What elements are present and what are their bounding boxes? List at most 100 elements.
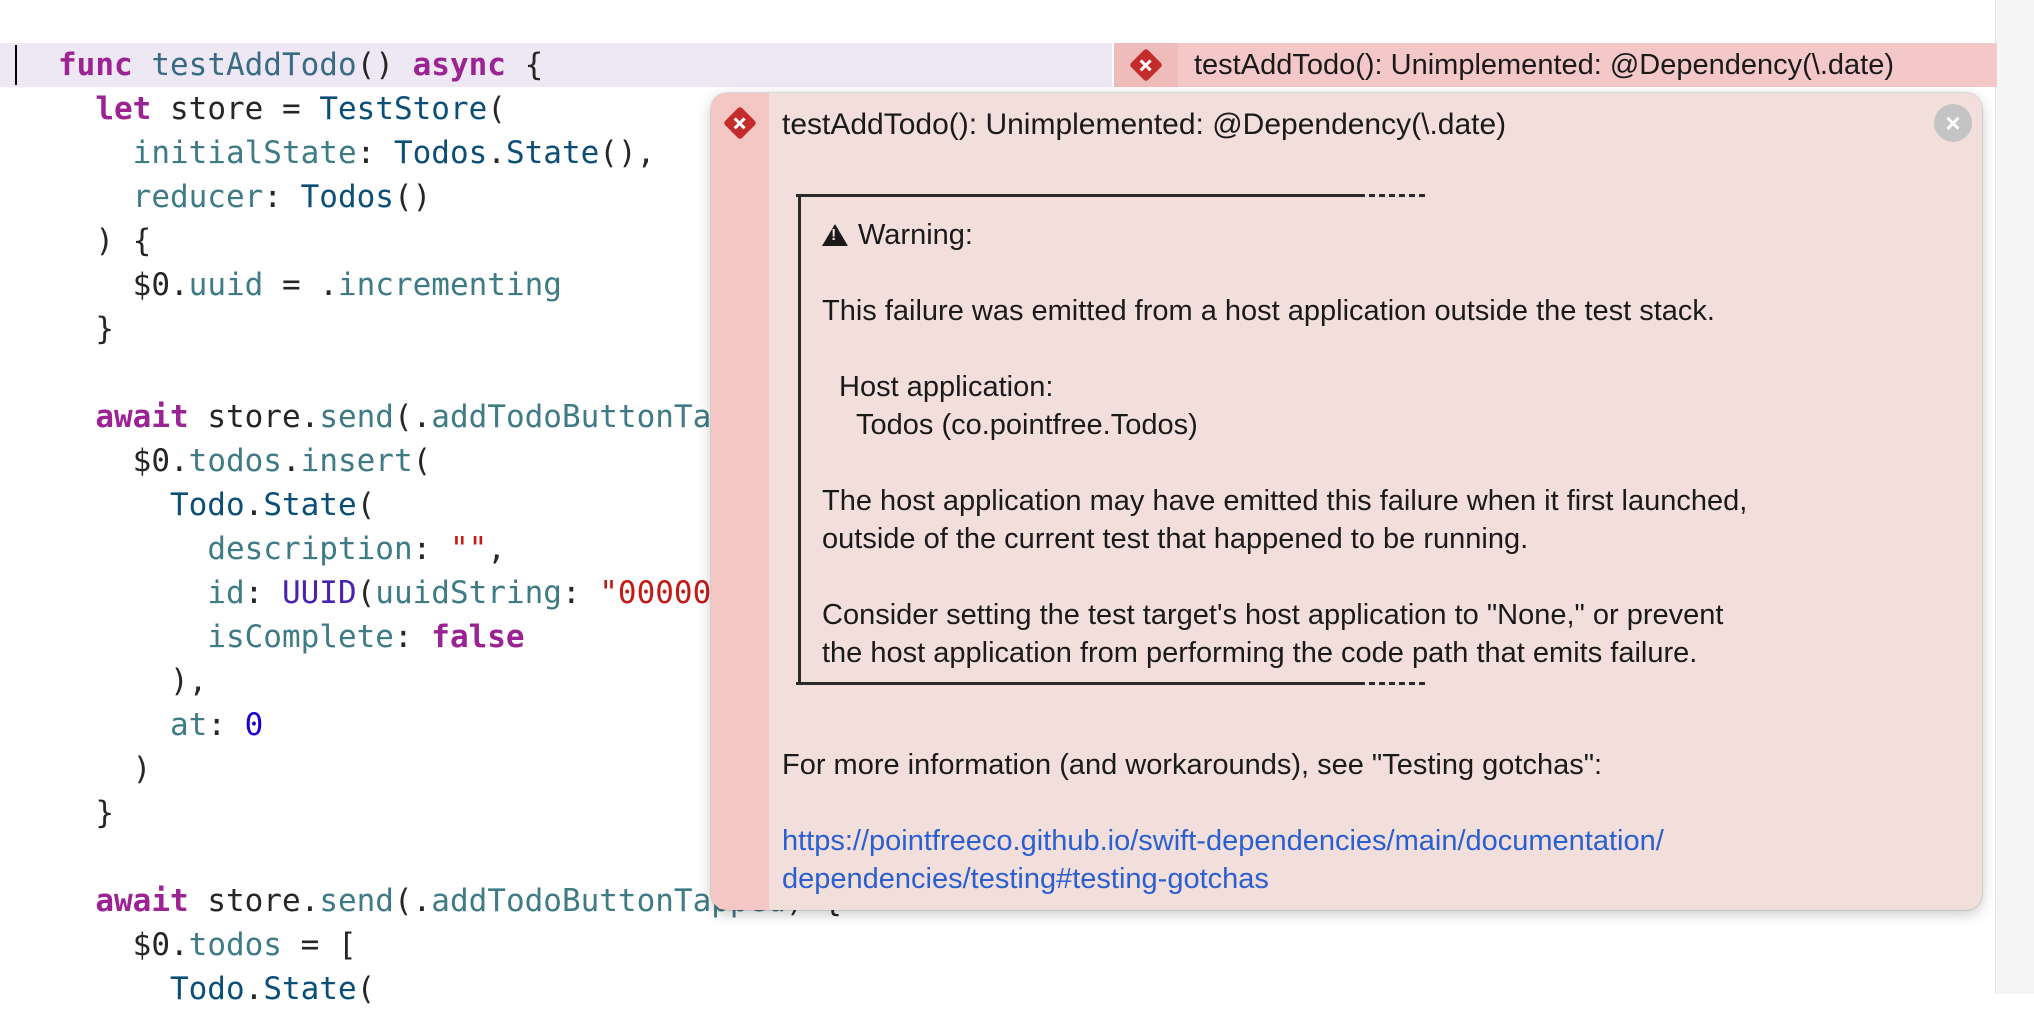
code-token: ),	[58, 663, 208, 699]
code-token: false	[431, 619, 525, 655]
code-line[interactable]: ),	[58, 659, 207, 703]
warning-label: Warning:	[858, 219, 973, 251]
code-token: todos	[188, 927, 282, 963]
code-line[interactable]: isComplete: false	[58, 615, 525, 659]
code-token: Todo	[169, 971, 245, 1007]
code-line[interactable]: $0.uuid = .incrementing	[58, 263, 562, 307]
code-token: await	[95, 883, 189, 919]
code-token: (),	[599, 135, 656, 171]
code-token: ,	[487, 531, 506, 567]
code-token: :	[356, 135, 394, 171]
box-top-border-dashed	[1359, 194, 1425, 197]
code-token: {	[505, 47, 544, 83]
code-token: ()	[356, 47, 413, 83]
code-line[interactable]: at: 0	[58, 703, 263, 747]
box-bottom-border-dashed	[1359, 682, 1425, 685]
code-token: (	[412, 443, 432, 479]
more-info-text: For more information (and workarounds), …	[782, 749, 1603, 781]
code-token: await	[95, 399, 189, 435]
code-token: :	[561, 575, 600, 611]
warning-icon	[822, 224, 848, 246]
code-token: send	[319, 883, 394, 919]
code-token: Todos	[393, 135, 488, 171]
popover-gutter	[711, 93, 769, 910]
code-token: $0.	[58, 267, 189, 303]
code-token: uuid	[188, 267, 264, 303]
issue-popover[interactable]: testAddTodo(): Unimplemented: @Dependenc…	[711, 93, 1982, 910]
code-token: async	[412, 47, 506, 83]
code-token: UUID	[281, 575, 357, 611]
code-line[interactable]: )	[58, 747, 152, 791]
code-token: testAddTodo	[151, 47, 357, 83]
popover-title: testAddTodo(): Unimplemented: @Dependenc…	[782, 108, 1507, 141]
docs-link-line-2[interactable]: dependencies/testing#testing-gotchas	[782, 860, 1269, 898]
docs-link-line-1[interactable]: https://pointfreeco.github.io/swift-depe…	[782, 822, 1664, 860]
code-line[interactable]: func testAddTodo() async {	[58, 43, 543, 87]
code-token: .	[281, 443, 301, 479]
code-token: State	[505, 135, 600, 171]
code-token: store =	[151, 91, 320, 127]
code-line[interactable]: $0.todos = [	[58, 923, 357, 967]
code-token: id	[207, 575, 245, 611]
warning-line: Warning:	[822, 216, 973, 254]
code-token: incrementing	[337, 267, 562, 303]
editor-scrollbar[interactable]	[1995, 0, 2034, 994]
code-token: State	[263, 487, 357, 523]
code-token: let	[95, 91, 152, 127]
inline-issue-banner[interactable]: testAddTodo(): Unimplemented: @Dependenc…	[1112, 43, 1997, 87]
code-line[interactable]: description: "",	[58, 527, 506, 571]
code-token: description	[207, 531, 413, 567]
code-line[interactable]: reducer: Todos()	[58, 175, 432, 219]
code-line[interactable]: }	[58, 791, 114, 835]
code-token: :	[244, 575, 282, 611]
host-app-value: Todos (co.pointfree.Todos)	[856, 409, 1198, 441]
code-token: send	[319, 399, 394, 435]
code-token: .	[244, 971, 264, 1007]
box-line-2a: The host application may have emitted th…	[822, 485, 1748, 517]
code-token: reducer	[132, 179, 264, 215]
code-line[interactable]: }	[58, 307, 114, 351]
code-token: Todos	[300, 179, 394, 215]
code-token: }	[58, 311, 114, 347]
box-top-border	[796, 194, 1359, 197]
code-line[interactable]: Todo.State(	[58, 483, 375, 527]
code-token: ""	[449, 531, 488, 567]
code-token: func	[58, 47, 152, 83]
host-app-label: Host application:	[839, 371, 1054, 403]
code-token: $0.	[58, 443, 189, 479]
code-token: uuidString	[375, 575, 562, 611]
code-token: :	[412, 531, 450, 567]
code-token: )	[58, 751, 152, 787]
code-token: (	[356, 971, 376, 1007]
code-token: TestStore	[319, 91, 488, 127]
code-line[interactable]: initialState: Todos.State(),	[58, 131, 656, 175]
code-line[interactable]: id: UUID(uuidString: "00000000	[58, 571, 767, 615]
code-token: :	[207, 707, 245, 743]
code-token: Todo	[169, 487, 245, 523]
code-token: (.	[393, 399, 432, 435]
code-line[interactable]: let store = TestStore(	[58, 87, 506, 131]
code-token: .	[487, 135, 506, 171]
box-line-1: This failure was emitted from a host app…	[822, 295, 1715, 327]
code-token: ) {	[58, 223, 152, 259]
issue-icon-cell	[1114, 43, 1178, 87]
code-line[interactable]: Todo.State(	[58, 967, 375, 1011]
code-line[interactable]: ) {	[58, 219, 151, 263]
code-token: ()	[393, 179, 432, 215]
code-token: :	[393, 619, 432, 655]
box-bottom-border	[796, 682, 1359, 685]
code-token: = [	[281, 927, 357, 963]
close-icon[interactable]: ×	[1934, 104, 1972, 142]
code-token: = .	[263, 267, 338, 303]
code-token: (	[487, 91, 506, 127]
code-line[interactable]: $0.todos.insert(	[58, 439, 432, 483]
error-icon	[1129, 48, 1163, 82]
